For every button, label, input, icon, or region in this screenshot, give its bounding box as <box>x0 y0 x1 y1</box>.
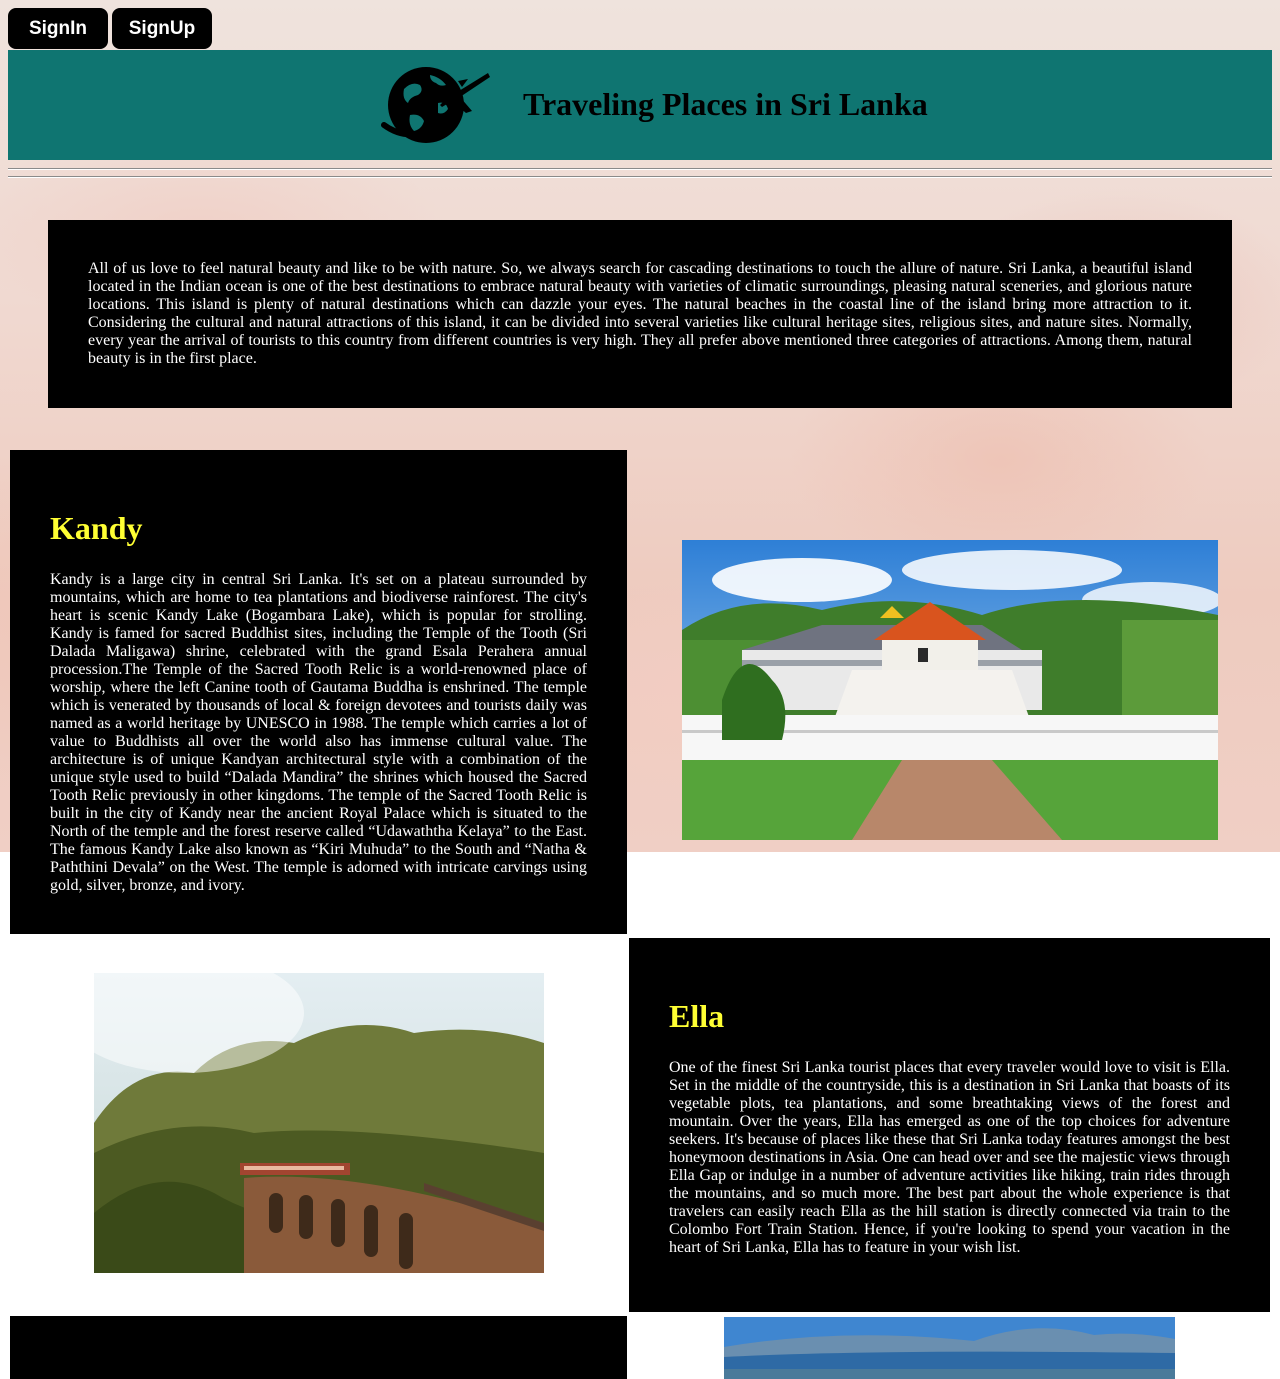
nine-arch-bridge-photo <box>94 973 544 1273</box>
next-place-card <box>10 1316 627 1379</box>
ella-heading: Ella <box>669 998 725 1034</box>
site-header: Traveling Places in Sri Lanka <box>8 50 1272 160</box>
intro-section: All of us love to feel natural beauty an… <box>48 220 1232 408</box>
temple-of-the-tooth-photo <box>682 540 1218 840</box>
intro-text: All of us love to feel natural beauty an… <box>88 260 1192 367</box>
signup-button[interactable]: SignUp <box>112 8 212 49</box>
signin-button[interactable]: SignIn <box>8 8 108 49</box>
kandy-card: Kandy Kandy is a large city in central S… <box>10 450 627 934</box>
page-title: Traveling Places in Sri Lanka <box>523 86 928 122</box>
kandy-heading: Kandy <box>50 510 143 546</box>
divider <box>8 168 1272 170</box>
divider <box>8 176 1272 178</box>
ella-description: One of the finest Sri Lanka tourist plac… <box>669 1059 1230 1256</box>
next-place-photo <box>724 1317 1175 1379</box>
globe-plane-icon <box>381 67 490 143</box>
kandy-description: Kandy is a large city in central Sri Lan… <box>50 571 587 894</box>
ella-card: Ella One of the finest Sri Lanka tourist… <box>629 938 1270 1312</box>
